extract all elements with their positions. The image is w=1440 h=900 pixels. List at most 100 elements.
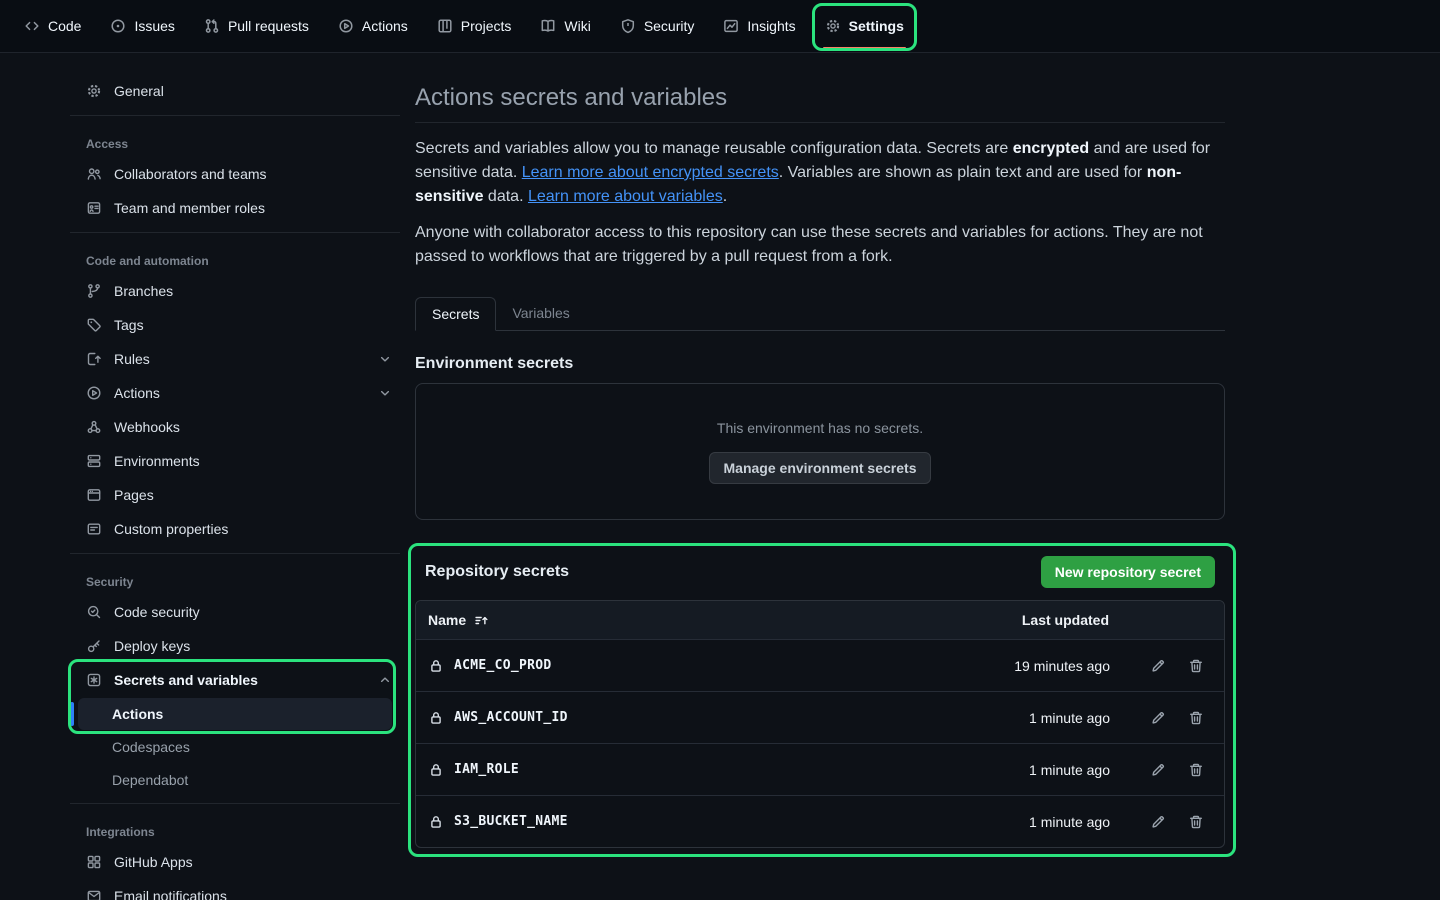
sidebar-divider	[70, 803, 400, 804]
intro-text: .	[723, 188, 727, 205]
intro-bold-encrypted: encrypted	[1013, 140, 1089, 157]
nav-tab-actions[interactable]: Actions	[330, 0, 416, 52]
sidebar-divider	[70, 115, 400, 116]
git-pull-request-icon	[204, 18, 220, 34]
settings-sidebar: General Access Collaborators and teams T…	[70, 74, 400, 900]
codescan-icon	[86, 604, 102, 620]
nav-tab-code[interactable]: Code	[16, 0, 89, 52]
lock-icon	[428, 814, 444, 830]
play-icon	[338, 18, 354, 34]
trash-icon	[1188, 710, 1204, 726]
sidebar-item-team-roles[interactable]: Team and member roles	[70, 191, 400, 225]
sidebar-item-label: Environments	[114, 453, 200, 469]
sidebar-item-label: Branches	[114, 283, 173, 299]
new-repository-secret-button[interactable]: New repository secret	[1041, 556, 1215, 588]
sidebar-item-label: Code security	[114, 604, 200, 620]
sidebar-item-rules[interactable]: Rules	[70, 342, 400, 376]
environment-secrets-box: This environment has no secrets. Manage …	[415, 383, 1225, 520]
delete-secret-button[interactable]	[1188, 710, 1204, 726]
server-icon	[86, 453, 102, 469]
sidebar-item-code-security[interactable]: Code security	[70, 595, 400, 629]
sidebar-section-code-automation: Code and automation	[70, 240, 400, 274]
sidebar-item-label: Team and member roles	[114, 200, 265, 216]
intro-text: data.	[483, 188, 527, 205]
sidebar-item-tags[interactable]: Tags	[70, 308, 400, 342]
sidebar-item-label: Tags	[114, 317, 144, 333]
last-updated-value: 1 minute ago	[1029, 762, 1110, 778]
chevron-down-icon	[378, 386, 392, 400]
nav-tab-insights[interactable]: Insights	[715, 0, 803, 52]
sidebar-item-collaborators[interactable]: Collaborators and teams	[70, 157, 400, 191]
note-icon	[86, 521, 102, 537]
active-indicator-bar	[70, 702, 74, 726]
sidebar-item-branches[interactable]: Branches	[70, 274, 400, 308]
sidebar-item-environments[interactable]: Environments	[70, 444, 400, 478]
edit-secret-button[interactable]	[1150, 814, 1166, 830]
delete-secret-button[interactable]	[1188, 814, 1204, 830]
sidebar-item-secrets-and-variables[interactable]: Secrets and variables	[70, 663, 400, 697]
nav-tab-label: Issues	[134, 18, 174, 34]
manage-environment-secrets-button[interactable]: Manage environment secrets	[709, 452, 932, 484]
sidebar-item-label: Custom properties	[114, 521, 228, 537]
main-content: Actions secrets and variables Secrets an…	[415, 70, 1225, 848]
nav-tab-pull-requests[interactable]: Pull requests	[196, 0, 317, 52]
shield-icon	[620, 18, 636, 34]
edit-secret-button[interactable]	[1150, 658, 1166, 674]
sidebar-item-github-apps[interactable]: GitHub Apps	[70, 845, 400, 879]
sidebar-item-webhooks[interactable]: Webhooks	[70, 410, 400, 444]
repository-secrets-section: Repository secrets New repository secret…	[415, 556, 1225, 848]
mail-icon	[86, 888, 102, 900]
intro-text: Secrets and variables allow you to manag…	[415, 140, 1013, 157]
secret-name-cell: ACME_CO_PROD	[428, 658, 1014, 674]
edit-secret-button[interactable]	[1150, 762, 1166, 778]
chevron-down-icon	[378, 352, 392, 366]
link-encrypted-secrets[interactable]: Learn more about encrypted secrets	[522, 164, 779, 181]
sidebar-section-access: Access	[70, 123, 400, 157]
sidebar-section-security: Security	[70, 561, 400, 595]
apps-grid-icon	[86, 854, 102, 870]
graph-icon	[723, 18, 739, 34]
secret-name: ACME_CO_PROD	[454, 658, 552, 673]
pencil-icon	[1150, 710, 1166, 726]
sidebar-divider	[70, 553, 400, 554]
secret-name-cell: AWS_ACCOUNT_ID	[428, 710, 1029, 726]
link-variables[interactable]: Learn more about variables	[528, 188, 723, 205]
nav-tab-projects[interactable]: Projects	[429, 0, 520, 52]
collaborator-note-paragraph: Anyone with collaborator access to this …	[415, 221, 1225, 269]
lock-icon	[428, 762, 444, 778]
lock-icon	[428, 710, 444, 726]
sidebar-subitem-dependabot[interactable]: Dependabot	[78, 764, 392, 796]
sidebar-item-custom-properties[interactable]: Custom properties	[70, 512, 400, 546]
column-header-last-updated[interactable]: Last updated	[1022, 612, 1109, 628]
sidebar-item-label: Collaborators and teams	[114, 166, 267, 182]
nav-tab-label: Projects	[461, 18, 512, 34]
nav-tab-label: Settings	[849, 18, 904, 34]
sidebar-subitem-actions[interactable]: Actions	[78, 698, 392, 730]
nav-tab-security[interactable]: Security	[612, 0, 703, 52]
intro-paragraph: Secrets and variables allow you to manag…	[415, 137, 1225, 209]
sidebar-item-general[interactable]: General	[70, 74, 400, 108]
secrets-variables-tabs: Secrets Variables	[415, 297, 1225, 331]
tab-secrets[interactable]: Secrets	[415, 297, 496, 331]
sidebar-subitem-codespaces[interactable]: Codespaces	[78, 731, 392, 763]
secret-name-cell: S3_BUCKET_NAME	[428, 814, 1029, 830]
chevron-up-icon	[378, 673, 392, 687]
sidebar-item-actions[interactable]: Actions	[70, 376, 400, 410]
nav-tab-issues[interactable]: Issues	[102, 0, 182, 52]
column-header-name[interactable]: Name	[428, 612, 466, 628]
sidebar-item-label: Dependabot	[112, 772, 188, 788]
nav-tab-wiki[interactable]: Wiki	[532, 0, 598, 52]
delete-secret-button[interactable]	[1188, 658, 1204, 674]
sidebar-item-deploy-keys[interactable]: Deploy keys	[70, 629, 400, 663]
sort-ascending-icon[interactable]	[474, 613, 489, 628]
sidebar-item-email-notifications[interactable]: Email notifications	[70, 879, 400, 900]
tab-variables[interactable]: Variables	[496, 297, 585, 331]
nav-tab-settings[interactable]: Settings	[817, 0, 912, 52]
sidebar-item-pages[interactable]: Pages	[70, 478, 400, 512]
nav-tab-label: Pull requests	[228, 18, 309, 34]
edit-secret-button[interactable]	[1150, 710, 1166, 726]
secret-row: S3_BUCKET_NAME 1 minute ago	[416, 795, 1224, 847]
nav-tab-label: Code	[48, 18, 81, 34]
delete-secret-button[interactable]	[1188, 762, 1204, 778]
tag-icon	[86, 317, 102, 333]
